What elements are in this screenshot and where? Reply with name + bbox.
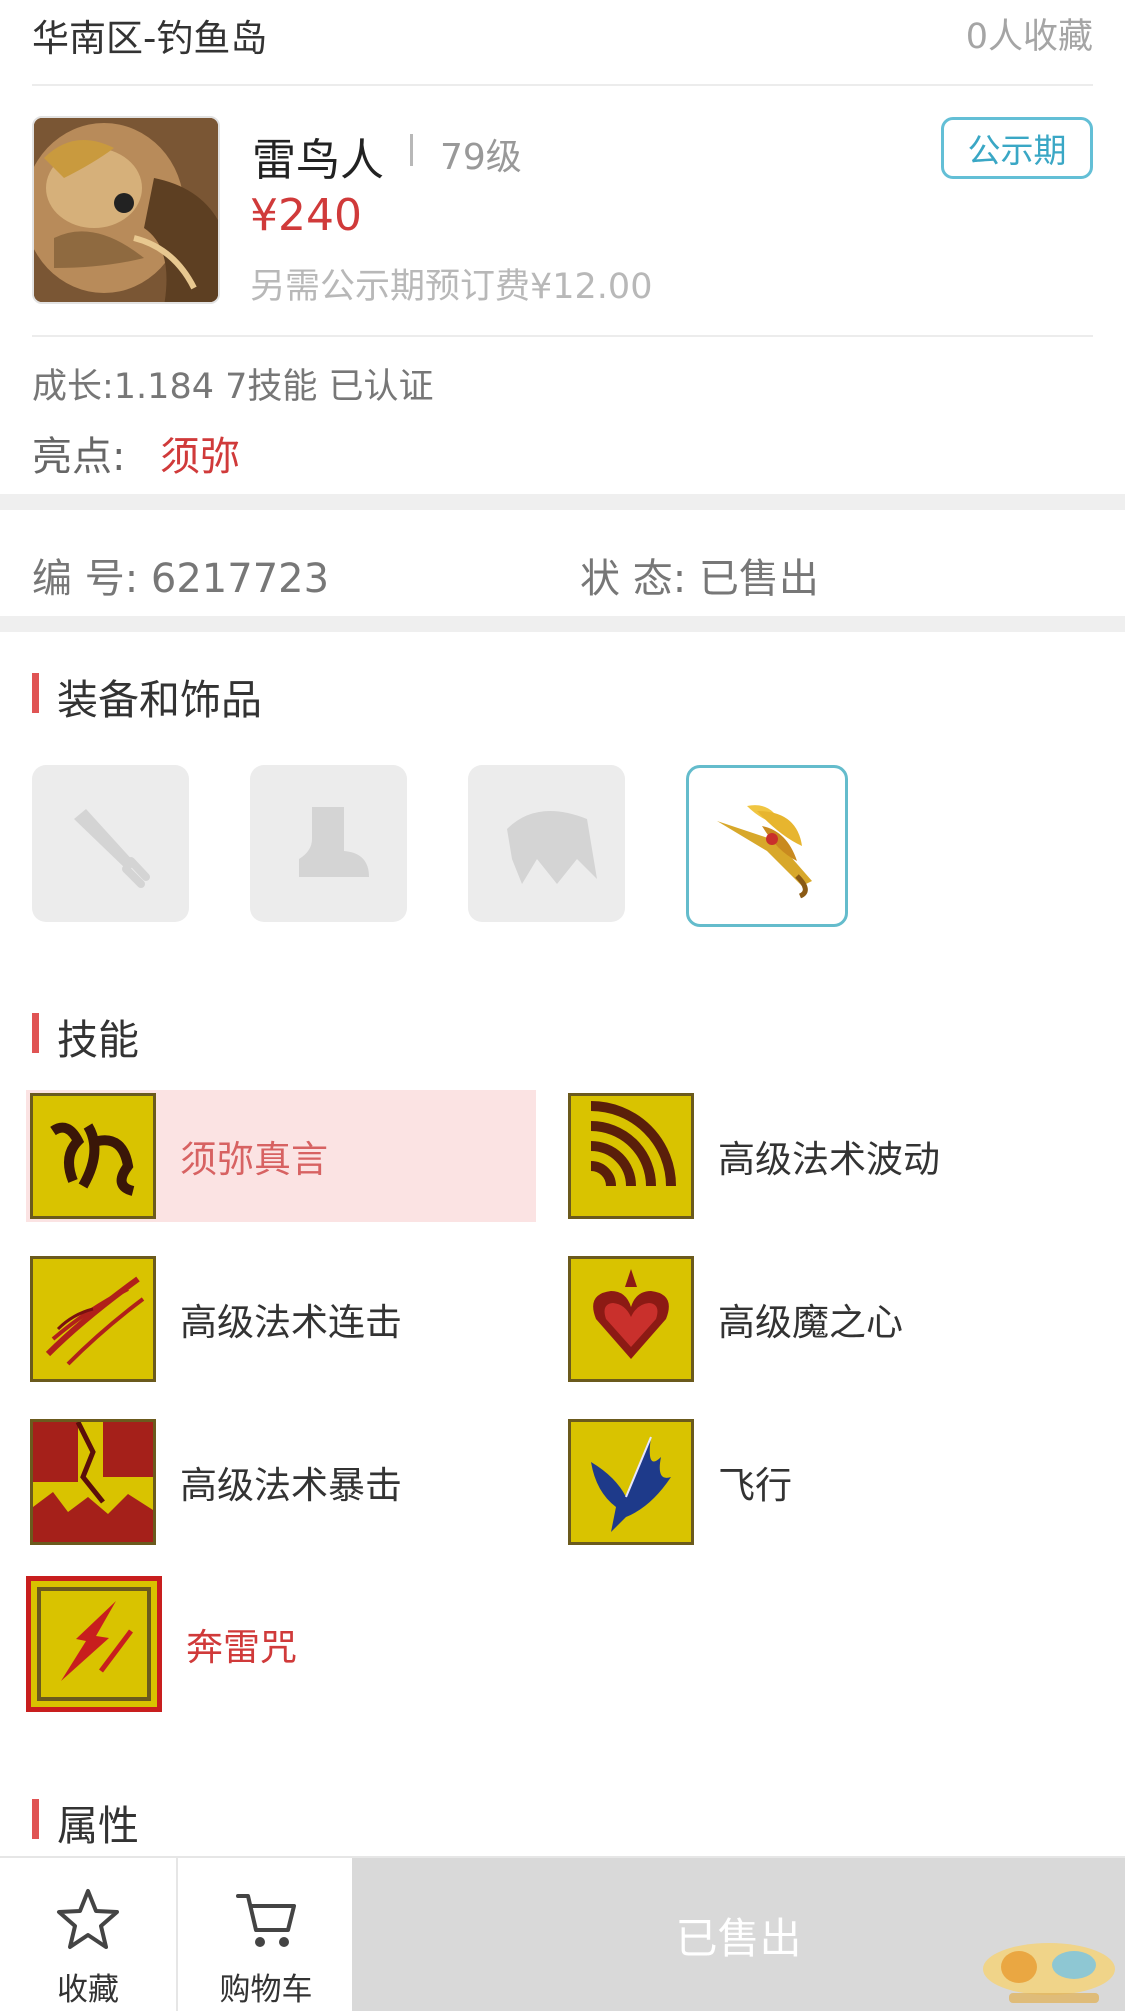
skill-name: 高级法术连击 — [180, 1301, 402, 1344]
reservation-fee: 另需公示期预订费¥12.00 — [250, 267, 653, 307]
pet-avatar[interactable] — [32, 116, 220, 304]
shopping-cart-icon — [236, 1894, 296, 1947]
item-status: 状 态: 已售出 — [580, 556, 819, 602]
skill-name: 高级法术暴击 — [180, 1464, 402, 1507]
skill-name: 高级法术波动 — [718, 1138, 940, 1181]
golden-wing-ornament-icon — [717, 805, 812, 899]
skill-item[interactable]: 高级魔之心 — [568, 1253, 1088, 1385]
section-gap — [0, 494, 1125, 510]
pet-name: 雷鸟人 — [252, 135, 384, 186]
demon-heart-icon — [568, 1256, 694, 1382]
bottom-action-bar: 收藏 购物车 已售出 — [0, 1856, 1125, 2011]
growth-summary: 成长:1.184 7技能 已认证 — [32, 367, 434, 407]
skill-name: 须弥真言 — [180, 1138, 328, 1181]
equipment-slot-ornament[interactable] — [686, 765, 848, 927]
skill-name: 飞行 — [718, 1464, 792, 1507]
game-logo-watermark — [983, 1943, 1115, 2003]
skill-item[interactable]: 飞行 — [568, 1416, 1088, 1548]
equipment-slot-weapon[interactable] — [32, 765, 189, 922]
section-marker — [32, 673, 39, 713]
item-id: 编 号: 6217723 — [32, 556, 330, 602]
section-marker — [32, 1013, 39, 1053]
skill-name: 高级魔之心 — [718, 1301, 903, 1344]
equipment-slot-armor[interactable] — [468, 765, 625, 922]
divider — [32, 335, 1093, 337]
divider — [32, 84, 1093, 86]
section-title-skills: 技能 — [57, 1016, 139, 1064]
section-title-attributes: 属性 — [57, 1802, 139, 1850]
section-marker — [32, 1799, 39, 1839]
skill-name: 奔雷咒 — [186, 1626, 297, 1669]
spell-wave-icon — [568, 1093, 694, 1219]
flight-icon — [568, 1419, 694, 1545]
spell-crit-icon — [30, 1419, 156, 1545]
pet-portrait-image — [34, 118, 218, 302]
server-region: 华南区-钓鱼岛 — [32, 17, 268, 60]
sword-icon — [73, 808, 150, 888]
price: ¥240 — [250, 190, 362, 241]
cart-button[interactable]: 购物车 — [178, 1858, 354, 2011]
skill-item[interactable]: 奔雷咒 — [26, 1576, 546, 1712]
pet-level: 79级 — [440, 137, 522, 178]
skill-item[interactable]: 高级法术暴击 — [30, 1416, 550, 1548]
name-level-separator — [410, 134, 413, 166]
section-title-equipment: 装备和饰品 — [57, 676, 262, 724]
highlight-value: 须弥 — [160, 434, 240, 480]
boot-icon — [298, 806, 369, 877]
equipment-slot-boots[interactable] — [250, 765, 407, 922]
skill-item[interactable]: 须弥真言 — [26, 1090, 536, 1222]
publicity-period-badge: 公示期 — [941, 117, 1093, 179]
favorite-label: 收藏 — [57, 1972, 119, 2008]
sumeru-mantra-icon — [30, 1093, 156, 1219]
spell-combo-icon — [30, 1256, 156, 1382]
skill-item[interactable]: 高级法术连击 — [30, 1253, 550, 1385]
favorite-button[interactable]: 收藏 — [0, 1858, 176, 2011]
skill-item[interactable]: 高级法术波动 — [568, 1090, 1088, 1222]
star-icon — [57, 1889, 119, 1949]
highlight-label: 亮点: — [32, 434, 126, 480]
section-gap — [0, 616, 1125, 632]
thunder-spell-icon — [26, 1576, 162, 1712]
cart-label: 购物车 — [219, 1972, 313, 2008]
armor-icon — [506, 810, 597, 884]
favorite-count: 0人收藏 — [965, 17, 1093, 57]
